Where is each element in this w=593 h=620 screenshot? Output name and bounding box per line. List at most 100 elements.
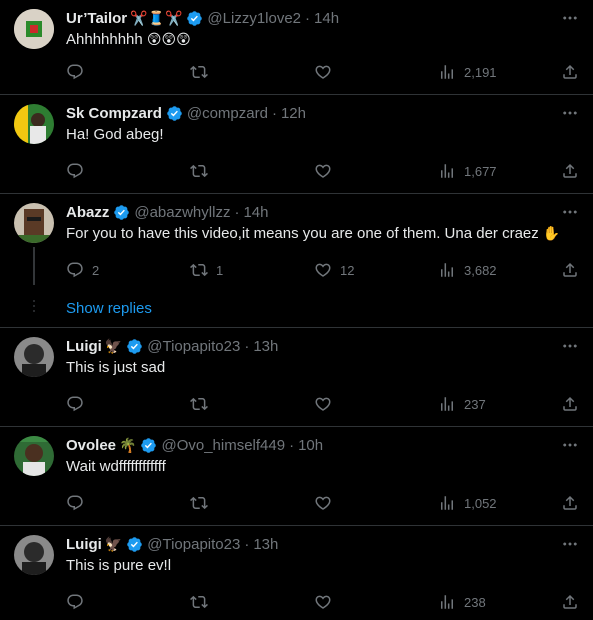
verified-icon: [186, 10, 203, 27]
avatar[interactable]: [14, 104, 54, 144]
more-icon[interactable]: [561, 535, 579, 553]
tweet[interactable]: Ur’Tailor ✂️🧵✂️ @Lizzy1love2 · 14h Ahhhh…: [0, 0, 593, 95]
more-icon[interactable]: [561, 104, 579, 122]
share-button[interactable]: [561, 63, 579, 81]
author-handle[interactable]: @Ovo_himself449: [161, 437, 285, 454]
verified-icon: [166, 105, 183, 122]
like-button[interactable]: [314, 494, 340, 512]
views-button[interactable]: 1,052: [438, 494, 497, 512]
author-name[interactable]: Ur’Tailor: [66, 10, 127, 27]
timestamp[interactable]: 14h: [243, 204, 268, 221]
more-icon[interactable]: [561, 203, 579, 221]
share-icon: [561, 63, 579, 81]
more-icon[interactable]: [561, 337, 579, 355]
action-bar: 2,191: [66, 63, 579, 83]
views-button[interactable]: 238: [438, 593, 486, 611]
show-replies-link[interactable]: Show replies: [66, 300, 152, 317]
avatar-image: [14, 535, 54, 575]
author-handle[interactable]: @Lizzy1love2: [207, 10, 301, 27]
share-button[interactable]: [561, 162, 579, 180]
reply-icon: [66, 162, 84, 180]
timestamp[interactable]: 10h: [298, 437, 323, 454]
views-icon: [438, 494, 456, 512]
like-button[interactable]: 12: [314, 261, 354, 279]
avatar[interactable]: [14, 436, 54, 476]
share-icon: [561, 395, 579, 413]
views-button[interactable]: 3,682: [438, 261, 497, 279]
reply-button[interactable]: [66, 162, 92, 180]
avatar-image: [14, 436, 54, 476]
share-button[interactable]: [561, 395, 579, 413]
author-name[interactable]: Ovolee: [66, 437, 116, 454]
tweet-text-body: For you to have this video,it means you …: [66, 225, 539, 242]
share-button[interactable]: [561, 261, 579, 279]
name-emoji: 🌴: [119, 436, 137, 453]
views-icon: [438, 63, 456, 81]
like-icon: [314, 261, 332, 279]
author-handle[interactable]: @Tiopapito23: [147, 536, 240, 553]
like-button[interactable]: [314, 162, 340, 180]
timestamp[interactable]: 13h: [253, 338, 278, 355]
views-button[interactable]: 237: [438, 395, 486, 413]
like-button[interactable]: [314, 63, 340, 81]
reply-button[interactable]: [66, 494, 92, 512]
share-button[interactable]: [561, 593, 579, 611]
tweet-text-emoji: ✋: [542, 225, 561, 241]
retweet-button[interactable]: 1: [190, 261, 223, 279]
views-icon: [438, 261, 456, 279]
reply-icon: [66, 395, 84, 413]
share-icon: [561, 261, 579, 279]
avatar-image: [14, 203, 54, 243]
author-handle[interactable]: @compzard: [187, 105, 268, 122]
timestamp[interactable]: 12h: [281, 105, 306, 122]
retweet-button[interactable]: [190, 494, 216, 512]
retweet-button[interactable]: [190, 63, 216, 81]
tweet[interactable]: Luigi 🦅 @Tiopapito23 · 13h This is pure …: [0, 526, 593, 620]
reply-button[interactable]: [66, 395, 92, 413]
retweet-icon: [190, 395, 208, 413]
separator-dot: ·: [244, 337, 250, 355]
reply-button[interactable]: [66, 593, 92, 611]
views-button[interactable]: 2,191: [438, 63, 497, 81]
timestamp[interactable]: 14h: [314, 10, 339, 27]
tweet[interactable]: Luigi 🦅 @Tiopapito23 · 13h This is just …: [0, 328, 593, 427]
avatar[interactable]: [14, 9, 54, 49]
more-icon[interactable]: [561, 9, 579, 27]
retweet-button[interactable]: [190, 162, 216, 180]
retweet-button[interactable]: [190, 395, 216, 413]
tweet[interactable]: Abazz @abazwhyllzz · 14h For you to have…: [0, 194, 593, 328]
author-name[interactable]: Sk Compzard: [66, 105, 162, 122]
share-icon: [561, 593, 579, 611]
share-button[interactable]: [561, 494, 579, 512]
separator-dot: ·: [289, 436, 295, 454]
like-button[interactable]: [314, 593, 340, 611]
avatar[interactable]: [14, 337, 54, 377]
tweet-header: Abazz @abazwhyllzz · 14h: [66, 201, 563, 223]
tweet[interactable]: Ovolee 🌴 @Ovo_himself449 · 10h Wait wdff…: [0, 427, 593, 526]
name-emoji: ✂️🧵✂️: [130, 9, 183, 26]
tweet[interactable]: Sk Compzard @compzard · 12h Ha! God abeg…: [0, 95, 593, 194]
author-name[interactable]: Luigi: [66, 338, 102, 355]
action-bar: 1,677: [66, 162, 579, 182]
more-icon[interactable]: [561, 436, 579, 454]
like-icon: [314, 494, 332, 512]
like-icon: [314, 63, 332, 81]
reply-button[interactable]: [66, 63, 92, 81]
retweet-button[interactable]: [190, 593, 216, 611]
timestamp[interactable]: 13h: [253, 536, 278, 553]
author-handle[interactable]: @abazwhyllzz: [134, 204, 230, 221]
avatar[interactable]: [14, 535, 54, 575]
views-button[interactable]: 1,677: [438, 162, 497, 180]
author-handle[interactable]: @Tiopapito23: [147, 338, 240, 355]
author-name[interactable]: Abazz: [66, 204, 109, 221]
avatar[interactable]: [14, 203, 54, 243]
like-button[interactable]: [314, 395, 340, 413]
author-name[interactable]: Luigi: [66, 536, 102, 553]
reply-button[interactable]: 2: [66, 261, 99, 279]
verified-icon: [126, 536, 143, 553]
action-bar: 238: [66, 593, 579, 613]
tweet-header: Luigi 🦅 @Tiopapito23 · 13h: [66, 533, 563, 555]
share-icon: [561, 494, 579, 512]
views-icon: [438, 395, 456, 413]
separator-dot: ·: [271, 104, 277, 122]
